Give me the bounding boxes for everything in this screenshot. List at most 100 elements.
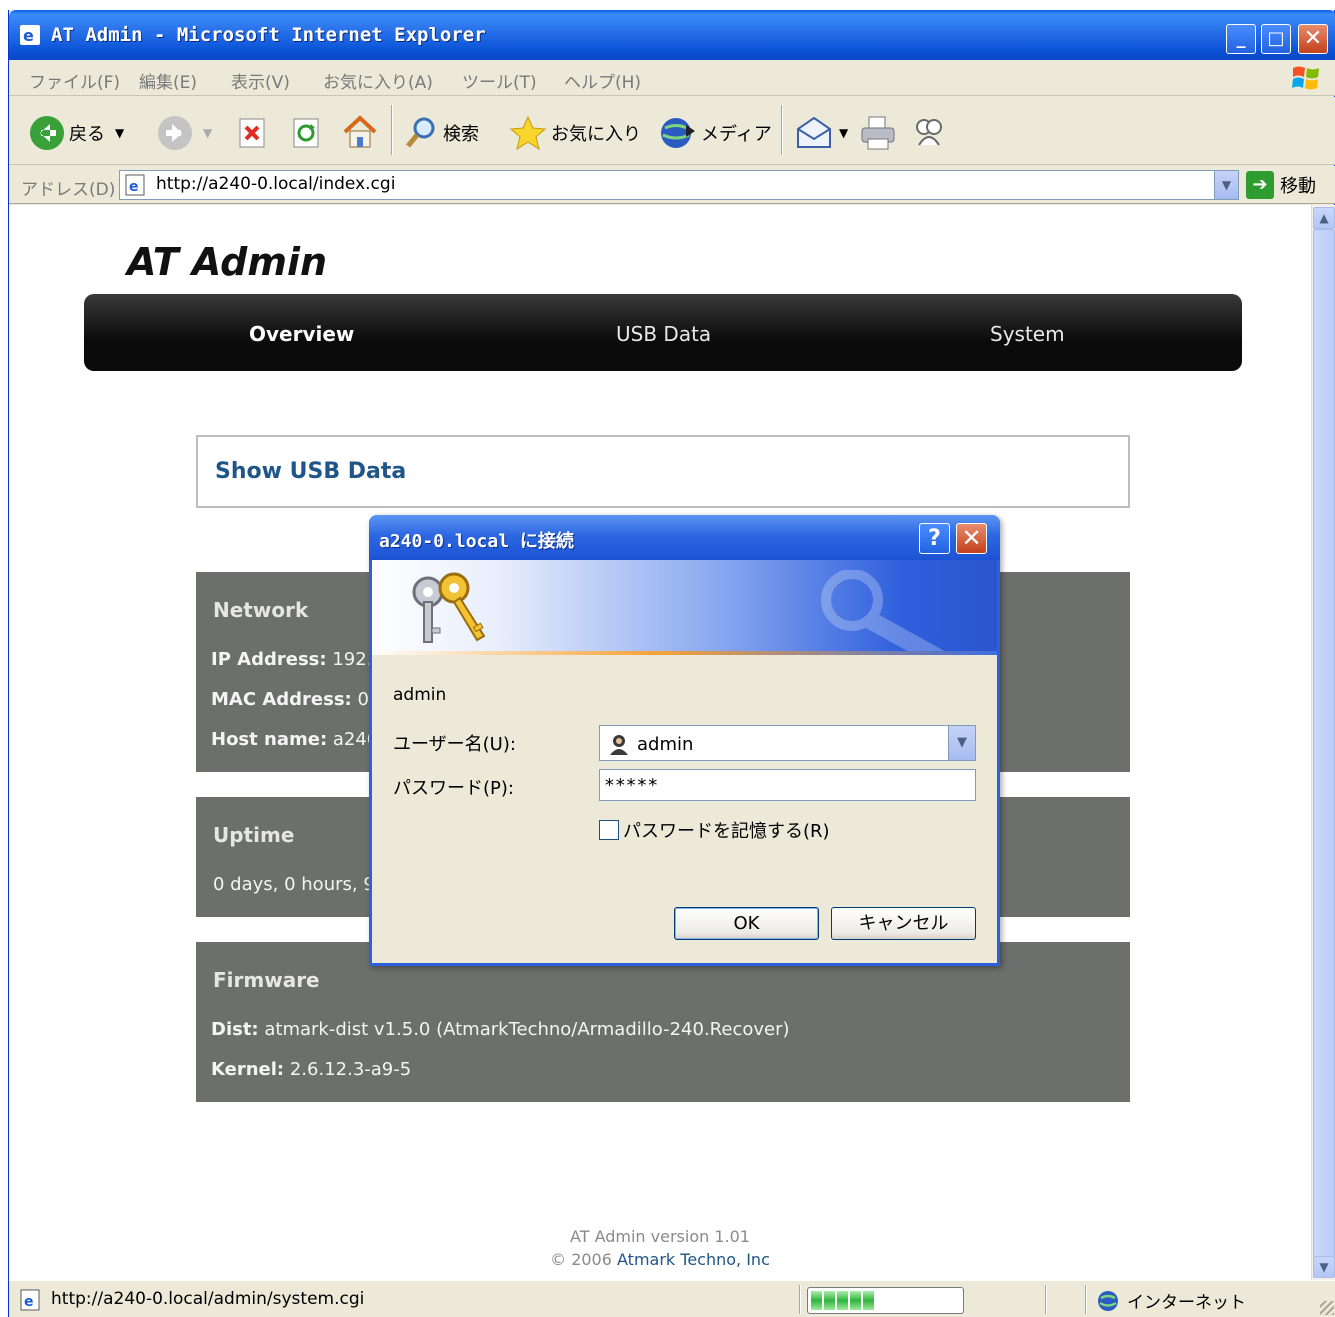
- chevron-down-icon: ▼: [1221, 178, 1232, 192]
- ie-icon: e: [20, 25, 40, 45]
- ok-button[interactable]: OK: [674, 907, 819, 940]
- address-dropdown-button[interactable]: ▼: [1214, 171, 1238, 199]
- progress-segment: [850, 1291, 861, 1310]
- dialog-title-bar[interactable]: a240-0.local に接続 ? ✕: [369, 515, 1000, 560]
- password-label: パスワード(P):: [393, 778, 514, 799]
- address-bar: アドレス(D) e http://a240-0.local/index.cgi …: [9, 166, 1335, 204]
- chevron-down-icon[interactable]: ▼: [115, 126, 124, 140]
- toolbar: 戻る ▼ ▼ 検索 お気に入り メディア ▼: [9, 97, 1335, 165]
- dialog-title: a240-0.local に接続: [379, 531, 574, 552]
- menu-help[interactable]: ヘルプ(H): [564, 68, 641, 93]
- security-zone: インターネット: [1097, 1288, 1246, 1313]
- menu-favorites[interactable]: お気に入り(A): [323, 68, 433, 93]
- progress-segment: [811, 1291, 822, 1310]
- search-button[interactable]: 検索: [403, 115, 479, 151]
- minimize-button[interactable]: _: [1226, 24, 1256, 54]
- search-icon: [406, 117, 435, 148]
- svg-text:e: e: [23, 26, 34, 45]
- keys-watermark-icon: [821, 570, 947, 655]
- media-button[interactable]: メディア: [659, 115, 772, 151]
- mail-button[interactable]: ▼: [795, 115, 848, 151]
- remember-password-checkbox[interactable]: [599, 820, 619, 840]
- page-title: AT Admin: [127, 240, 328, 284]
- refresh-icon[interactable]: [291, 117, 323, 149]
- cancel-button[interactable]: キャンセル: [831, 907, 976, 940]
- remember-password-option[interactable]: パスワードを記憶する(R): [599, 817, 830, 843]
- username-field[interactable]: admin ▼: [599, 725, 976, 761]
- address-url[interactable]: http://a240-0.local/index.cgi: [156, 174, 395, 194]
- close-button[interactable]: ✕: [1298, 24, 1328, 54]
- tab-usb-data[interactable]: USB Data: [616, 322, 711, 346]
- menu-view[interactable]: 表示(V): [231, 68, 290, 93]
- go-label: 移動: [1280, 176, 1316, 197]
- address-input[interactable]: e http://a240-0.local/index.cgi ▼: [119, 170, 1239, 200]
- go-arrow-icon: ➔: [1246, 171, 1274, 199]
- main-nav: Overview USB Data System: [84, 294, 1242, 371]
- chevron-down-icon[interactable]: ▼: [203, 126, 212, 140]
- zone-label: インターネット: [1127, 1293, 1246, 1313]
- scroll-up-icon[interactable]: ▲: [1313, 207, 1335, 229]
- username-dropdown-button[interactable]: ▼: [948, 726, 975, 760]
- username-label: ユーザー名(U):: [393, 734, 516, 755]
- menu-file[interactable]: ファイル(F): [29, 68, 120, 93]
- user-icon: [610, 735, 628, 755]
- page-footer: AT Admin version 1.01 © 2006 Atmark Tech…: [9, 1225, 1311, 1271]
- window-title: AT Admin - Microsoft Internet Explorer: [51, 24, 486, 46]
- stop-icon[interactable]: [237, 117, 269, 149]
- uptime-value: 0 days, 0 hours, 9: [213, 874, 375, 895]
- auth-realm: admin: [393, 685, 447, 705]
- scroll-thumb[interactable]: [1313, 229, 1335, 1257]
- address-label: アドレス(D): [21, 180, 116, 200]
- remember-password-label: パスワードを記憶する(R): [623, 821, 830, 842]
- help-button[interactable]: ?: [919, 523, 950, 554]
- firmware-title: Firmware: [213, 968, 320, 992]
- status-text: http://a240-0.local/admin/system.cgi: [51, 1289, 365, 1309]
- username-value[interactable]: admin: [637, 734, 693, 755]
- mac-address-line: MAC Address: 00: [211, 689, 380, 710]
- forward-button[interactable]: ▼: [157, 115, 212, 151]
- atmark-techno-link[interactable]: Atmark Techno, Inc: [617, 1250, 770, 1269]
- browser-window: e AT Admin - Microsoft Internet Explorer…: [8, 10, 1335, 1317]
- login-dialog: a240-0.local に接続 ? ✕ admin ユーザー名(U): adm…: [369, 515, 1000, 966]
- media-globe-icon: [661, 118, 695, 148]
- menu-edit[interactable]: 編集(E): [139, 68, 197, 93]
- vertical-scrollbar[interactable]: ▲ ▼: [1311, 205, 1335, 1280]
- kernel-line: Kernel: 2.6.12.3-a9-5: [211, 1059, 412, 1080]
- star-icon: [509, 115, 547, 151]
- show-usb-data-link[interactable]: Show USB Data: [215, 459, 406, 484]
- progress-fill: [811, 1291, 874, 1310]
- show-usb-box: Show USB Data: [196, 435, 1130, 508]
- dialog-close-button[interactable]: ✕: [956, 523, 987, 554]
- resize-grip[interactable]: [1320, 1301, 1334, 1315]
- page-icon: e: [125, 174, 145, 196]
- chevron-down-icon[interactable]: ▼: [839, 126, 848, 140]
- back-button[interactable]: 戻る ▼: [29, 115, 124, 151]
- password-field[interactable]: *****: [599, 769, 976, 801]
- progress-segment: [824, 1291, 835, 1310]
- copyright-text: © 2006 Atmark Techno, Inc: [550, 1250, 770, 1269]
- progress-bar: [807, 1287, 964, 1314]
- page-icon: e: [20, 1289, 40, 1311]
- messenger-icon[interactable]: [911, 115, 947, 151]
- home-icon[interactable]: [341, 113, 379, 151]
- title-bar[interactable]: e AT Admin - Microsoft Internet Explorer…: [9, 10, 1335, 60]
- tab-system[interactable]: System: [990, 322, 1065, 346]
- media-label: メディア: [701, 124, 772, 145]
- menu-tools[interactable]: ツール(T): [462, 68, 537, 93]
- dist-line: Dist: atmark-dist v1.5.0 (AtmarkTechno/A…: [211, 1019, 790, 1040]
- svg-text:e: e: [129, 179, 139, 195]
- favorites-button[interactable]: お気に入り: [509, 115, 641, 151]
- firmware-panel: Firmware Dist: atmark-dist v1.5.0 (Atmar…: [196, 942, 1130, 1102]
- mail-icon: [797, 116, 831, 148]
- globe-icon: [1098, 1290, 1118, 1311]
- chevron-down-icon: ▼: [957, 735, 967, 750]
- progress-segment: [863, 1291, 874, 1310]
- scroll-down-icon[interactable]: ▼: [1313, 1256, 1335, 1278]
- tab-overview[interactable]: Overview: [249, 322, 354, 346]
- print-icon[interactable]: [859, 115, 897, 151]
- ip-address-line: IP Address: 192.: [211, 649, 373, 670]
- maximize-button[interactable]: □: [1261, 24, 1291, 54]
- keys-icon: [412, 572, 486, 643]
- go-button[interactable]: ➔ 移動: [1246, 171, 1316, 199]
- network-title: Network: [213, 598, 309, 622]
